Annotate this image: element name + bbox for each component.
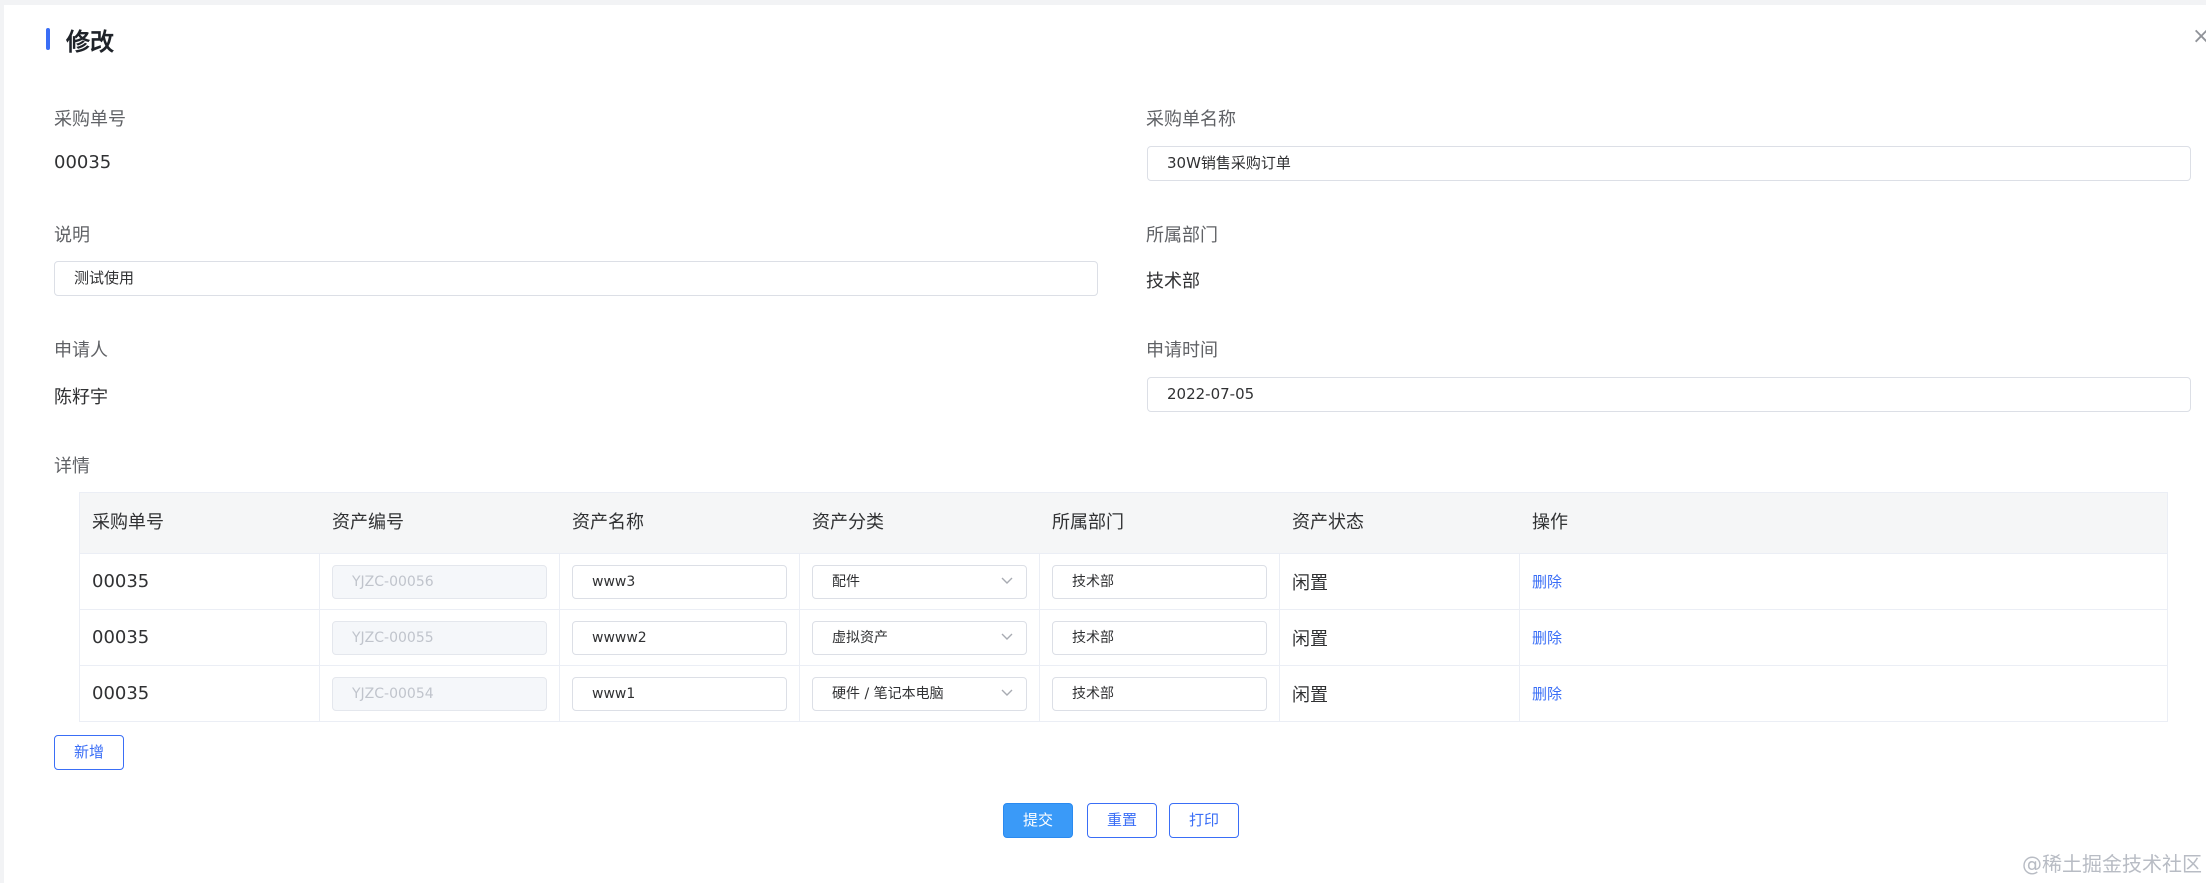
cell-action: 删除 [1520, 610, 2167, 665]
asset-no-input: YJZC-00056 [332, 564, 547, 599]
department-input[interactable]: 技术部 [1052, 564, 1267, 599]
delete-link[interactable]: 删除 [1532, 627, 1562, 648]
department-label: 所属部门 [1146, 225, 1218, 246]
reset-button[interactable]: 重置 [1087, 803, 1157, 838]
chevron-down-icon [1001, 633, 1013, 640]
cell-category: 配件 [800, 554, 1040, 609]
order-no-label: 采购单号 [54, 109, 126, 130]
cell-order-no: 00035 [80, 666, 320, 721]
applicant-label: 申请人 [54, 340, 108, 361]
cell-asset-name: www3 [560, 554, 800, 609]
category-select-value: 硬件 / 笔记本电脑 [832, 685, 944, 702]
cell-asset-no: YJZC-00056 [320, 554, 560, 609]
asset-name-input[interactable]: www3 [572, 564, 787, 599]
cell-order-no: 00035 [80, 610, 320, 665]
order-name-label: 采购单名称 [1146, 109, 1236, 130]
details-table: 采购单号 资产编号 资产名称 资产分类 所属部门 资产状态 操作 00035 Y… [79, 492, 2168, 722]
apply-time-label: 申请时间 [1146, 340, 1218, 361]
edit-dialog: 修改 × 采购单号 00035 采购单名称 30W销售采购订单 说明 测试使用 … [4, 5, 2206, 883]
cell-category: 硬件 / 笔记本电脑 [800, 666, 1040, 721]
asset-name-input[interactable]: www1 [572, 676, 787, 711]
order-name-input[interactable]: 30W销售采购订单 [1147, 146, 2191, 181]
description-input[interactable]: 测试使用 [54, 261, 1098, 296]
title-accent-bar [46, 28, 50, 50]
table-header: 采购单号 资产编号 资产名称 资产分类 所属部门 资产状态 操作 [80, 493, 2167, 554]
submit-button[interactable]: 提交 [1003, 803, 1073, 838]
cell-status: 闲置 [1280, 666, 1520, 721]
column-header-asset-name: 资产名称 [572, 512, 644, 533]
category-select[interactable]: 虚拟资产 [812, 620, 1027, 655]
cell-asset-name: wwww2 [560, 610, 800, 665]
description-label: 说明 [54, 225, 90, 246]
department-input[interactable]: 技术部 [1052, 620, 1267, 655]
category-select[interactable]: 硬件 / 笔记本电脑 [812, 676, 1027, 711]
asset-no-input: YJZC-00054 [332, 676, 547, 711]
column-header-status: 资产状态 [1292, 512, 1364, 533]
column-header-asset-no: 资产编号 [332, 512, 404, 533]
department-value: 技术部 [1146, 271, 1200, 292]
cell-department: 技术部 [1040, 610, 1280, 665]
cell-status: 闲置 [1280, 610, 1520, 665]
asset-name-input[interactable]: wwww2 [572, 620, 787, 655]
order-no-value: 00035 [54, 152, 112, 173]
table-row: 00035 YJZC-00055 wwww2 虚拟资产 技术部 闲置 删除 [80, 610, 2167, 666]
table-row: 00035 YJZC-00056 www3 配件 技术部 闲置 删除 [80, 554, 2167, 610]
column-header-order-no: 采购单号 [92, 512, 164, 533]
apply-time-input[interactable]: 2022-07-05 [1147, 377, 2191, 412]
chevron-down-icon [1001, 577, 1013, 584]
cell-status: 闲置 [1280, 554, 1520, 609]
cell-category: 虚拟资产 [800, 610, 1040, 665]
column-header-category: 资产分类 [812, 512, 884, 533]
cell-action: 删除 [1520, 554, 2167, 609]
department-input[interactable]: 技术部 [1052, 676, 1267, 711]
print-button[interactable]: 打印 [1169, 803, 1239, 838]
column-header-action: 操作 [1532, 512, 1568, 533]
asset-no-input: YJZC-00055 [332, 620, 547, 655]
applicant-value: 陈籽宇 [54, 387, 108, 408]
cell-asset-no: YJZC-00054 [320, 666, 560, 721]
dialog-header: 修改 [46, 27, 114, 56]
column-header-department: 所属部门 [1052, 512, 1124, 533]
cell-department: 技术部 [1040, 666, 1280, 721]
category-select-value: 虚拟资产 [832, 629, 888, 646]
add-row-button[interactable]: 新增 [54, 735, 124, 770]
cell-asset-name: www1 [560, 666, 800, 721]
cell-action: 删除 [1520, 666, 2167, 721]
dialog-title: 修改 [66, 27, 114, 56]
category-select-value: 配件 [832, 573, 860, 590]
table-row: 00035 YJZC-00054 www1 硬件 / 笔记本电脑 技术部 闲置 … [80, 666, 2167, 721]
delete-link[interactable]: 删除 [1532, 683, 1562, 704]
cell-asset-no: YJZC-00055 [320, 610, 560, 665]
cell-order-no: 00035 [80, 554, 320, 609]
watermark: @稀土掘金技术社区 [2022, 852, 2202, 876]
chevron-down-icon [1001, 689, 1013, 696]
close-icon[interactable]: × [2192, 25, 2206, 49]
details-label: 详情 [54, 456, 90, 477]
category-select[interactable]: 配件 [812, 564, 1027, 599]
delete-link[interactable]: 删除 [1532, 571, 1562, 592]
cell-department: 技术部 [1040, 554, 1280, 609]
